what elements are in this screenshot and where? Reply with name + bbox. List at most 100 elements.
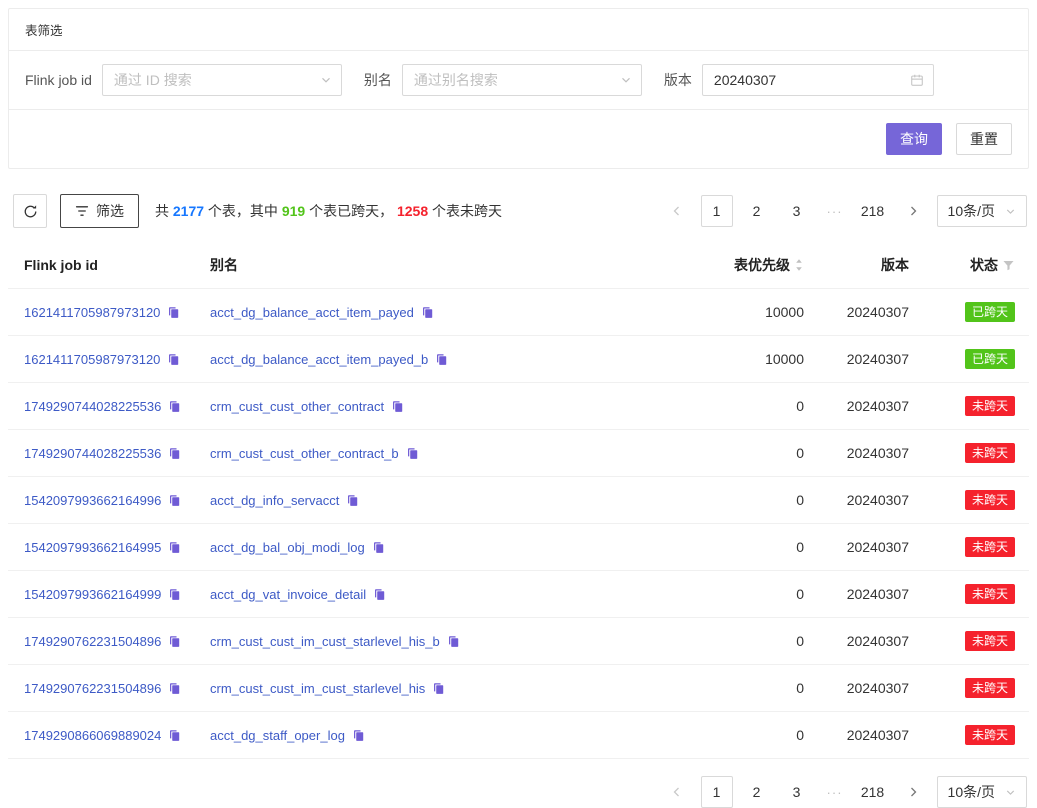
copy-icon[interactable] bbox=[168, 494, 181, 507]
alias-link[interactable]: acct_dg_balance_acct_item_payed bbox=[210, 305, 414, 320]
page-ellipsis[interactable]: ··· bbox=[821, 785, 849, 800]
copy-icon[interactable] bbox=[167, 353, 180, 366]
table-row: 1542097993662164999 acct_dg_vat_invoice_… bbox=[8, 571, 1029, 618]
page-button-last[interactable]: 218 bbox=[857, 776, 889, 808]
version-date-picker[interactable] bbox=[702, 64, 934, 96]
copy-icon[interactable] bbox=[447, 635, 460, 648]
copy-icon[interactable] bbox=[168, 682, 181, 695]
copy-icon[interactable] bbox=[346, 494, 359, 507]
copy-icon[interactable] bbox=[168, 588, 181, 601]
page-button-2[interactable]: 2 bbox=[741, 776, 773, 808]
table-row: 1621411705987973120 acct_dg_balance_acct… bbox=[8, 336, 1029, 383]
table-header-row: Flink job id 别名 表优先级 版本 状态 bbox=[8, 242, 1029, 289]
copy-icon[interactable] bbox=[372, 541, 385, 554]
copy-icon[interactable] bbox=[421, 306, 434, 319]
status-badge: 未跨天 bbox=[965, 490, 1015, 510]
flink-job-id-link[interactable]: 1749290762231504896 bbox=[24, 634, 161, 649]
chevron-right-icon bbox=[907, 205, 919, 217]
prev-page-button[interactable] bbox=[661, 195, 693, 227]
chevron-right-icon bbox=[907, 786, 919, 798]
filter-card: 表筛选 Flink job id 别名 bbox=[8, 8, 1029, 169]
sort-carets-icon bbox=[794, 258, 804, 272]
copy-icon[interactable] bbox=[168, 635, 181, 648]
alias-input[interactable] bbox=[414, 72, 611, 88]
alias-link[interactable]: acct_dg_bal_obj_modi_log bbox=[210, 540, 365, 555]
version-date-input[interactable] bbox=[714, 72, 903, 88]
filter-lines-icon bbox=[75, 204, 89, 218]
alias-link[interactable]: crm_cust_cust_other_contract_b bbox=[210, 446, 399, 461]
page-size-select[interactable]: 10条/页 bbox=[937, 776, 1027, 808]
copy-icon[interactable] bbox=[432, 682, 445, 695]
filter-toggle-button[interactable]: 筛选 bbox=[60, 194, 139, 228]
priority-cell: 0 bbox=[682, 477, 812, 524]
page-button-1[interactable]: 1 bbox=[701, 776, 733, 808]
alias-field: 别名 bbox=[364, 64, 642, 96]
prev-page-button[interactable] bbox=[661, 776, 693, 808]
header-version: 版本 bbox=[812, 242, 917, 289]
copy-icon[interactable] bbox=[168, 541, 181, 554]
priority-cell: 10000 bbox=[682, 289, 812, 336]
flink-job-id-link[interactable]: 1749290744028225536 bbox=[24, 399, 161, 414]
alias-select[interactable] bbox=[402, 64, 642, 96]
flink-job-id-link[interactable]: 1749290866069889024 bbox=[24, 728, 161, 743]
header-status-filterable[interactable]: 状态 bbox=[917, 242, 1029, 289]
page-button-2[interactable]: 2 bbox=[741, 195, 773, 227]
copy-icon[interactable] bbox=[168, 729, 181, 742]
page-button-3[interactable]: 3 bbox=[781, 776, 813, 808]
copy-icon[interactable] bbox=[168, 400, 181, 413]
flink-job-id-link[interactable]: 1621411705987973120 bbox=[24, 305, 160, 320]
alias-link[interactable]: acct_dg_vat_invoice_detail bbox=[210, 587, 366, 602]
alias-link[interactable]: crm_cust_cust_im_cust_starlevel_his bbox=[210, 681, 425, 696]
copy-icon[interactable] bbox=[435, 353, 448, 366]
version-cell: 20240307 bbox=[812, 571, 917, 618]
refresh-button[interactable] bbox=[13, 194, 47, 228]
status-badge: 未跨天 bbox=[965, 631, 1015, 651]
copy-icon[interactable] bbox=[406, 447, 419, 460]
flink-job-id-link[interactable]: 1542097993662164999 bbox=[24, 587, 161, 602]
header-priority-label: 表优先级 bbox=[734, 255, 790, 275]
header-flink-job-id: Flink job id bbox=[8, 242, 202, 289]
page-button-3[interactable]: 3 bbox=[781, 195, 813, 227]
version-cell: 20240307 bbox=[812, 430, 917, 477]
next-page-button[interactable] bbox=[897, 195, 929, 227]
flink-job-id-link[interactable]: 1749290762231504896 bbox=[24, 681, 161, 696]
page-ellipsis[interactable]: ··· bbox=[821, 204, 849, 219]
next-page-button[interactable] bbox=[897, 776, 929, 808]
flink-job-id-select[interactable] bbox=[102, 64, 342, 96]
version-cell: 20240307 bbox=[812, 524, 917, 571]
alias-link[interactable]: acct_dg_balance_acct_item_payed_b bbox=[210, 352, 428, 367]
header-priority-sortable[interactable]: 表优先级 bbox=[682, 242, 812, 289]
flink-job-id-link[interactable]: 1542097993662164996 bbox=[24, 493, 161, 508]
flink-job-id-input[interactable] bbox=[114, 72, 311, 88]
table-row: 1621411705987973120 acct_dg_balance_acct… bbox=[8, 289, 1029, 336]
flink-job-id-link[interactable]: 1749290744028225536 bbox=[24, 446, 161, 461]
alias-link[interactable]: acct_dg_info_servacct bbox=[210, 493, 339, 508]
copy-icon[interactable] bbox=[168, 447, 181, 460]
page-button-1[interactable]: 1 bbox=[701, 195, 733, 227]
chevron-down-icon bbox=[620, 74, 632, 86]
version-cell: 20240307 bbox=[812, 336, 917, 383]
refresh-icon bbox=[23, 204, 38, 219]
page-button-last[interactable]: 218 bbox=[857, 195, 889, 227]
funnel-filter-icon[interactable] bbox=[1002, 259, 1015, 272]
priority-cell: 0 bbox=[682, 665, 812, 712]
table-row: 1749290744028225536 crm_cust_cust_other_… bbox=[8, 430, 1029, 477]
copy-icon[interactable] bbox=[352, 729, 365, 742]
page-size-value: 10条/页 bbox=[948, 782, 995, 802]
copy-icon[interactable] bbox=[391, 400, 404, 413]
header-alias: 别名 bbox=[202, 242, 682, 289]
priority-cell: 10000 bbox=[682, 336, 812, 383]
alias-link[interactable]: crm_cust_cust_other_contract bbox=[210, 399, 384, 414]
alias-link[interactable]: crm_cust_cust_im_cust_starlevel_his_b bbox=[210, 634, 440, 649]
page-size-select[interactable]: 10条/页 bbox=[937, 195, 1027, 227]
copy-icon[interactable] bbox=[167, 306, 180, 319]
flink-job-id-link[interactable]: 1542097993662164995 bbox=[24, 540, 161, 555]
search-button[interactable]: 查询 bbox=[886, 123, 942, 155]
alias-link[interactable]: acct_dg_staff_oper_log bbox=[210, 728, 345, 743]
summary-text: 个表已跨天， bbox=[305, 203, 397, 219]
copy-icon[interactable] bbox=[373, 588, 386, 601]
priority-cell: 0 bbox=[682, 571, 812, 618]
summary-text: 个表，其中 bbox=[204, 203, 282, 219]
reset-button[interactable]: 重置 bbox=[956, 123, 1012, 155]
flink-job-id-link[interactable]: 1621411705987973120 bbox=[24, 352, 160, 367]
